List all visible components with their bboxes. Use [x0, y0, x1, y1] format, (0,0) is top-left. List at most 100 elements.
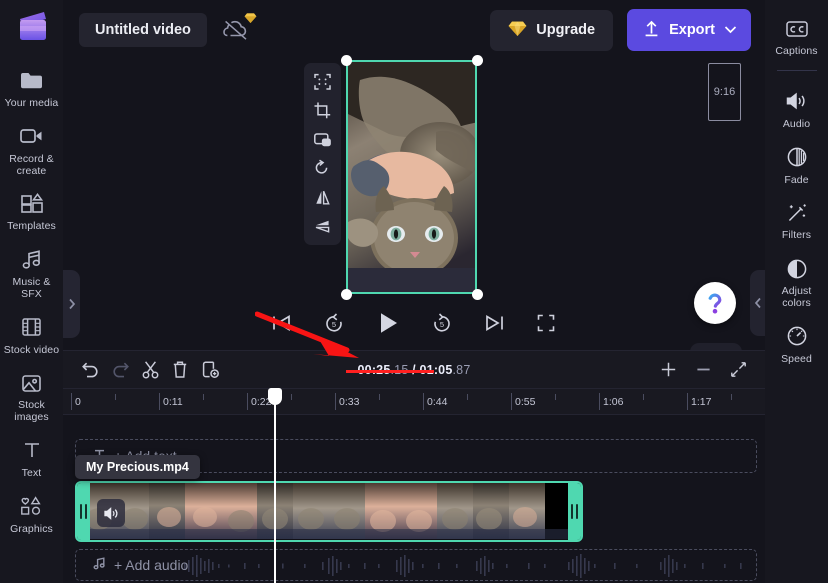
add-audio-label: + Add audio	[114, 557, 189, 573]
sidebar-item-label: Speed	[781, 352, 812, 365]
clipchamp-editor: Your media Record & create Templates Mus…	[0, 0, 828, 583]
sidebar-item-label: Audio	[782, 117, 811, 130]
play-button[interactable]	[373, 308, 403, 338]
sidebar-item-label: Stock video	[3, 343, 60, 356]
svg-text:5: 5	[440, 320, 444, 329]
sidebar-item-label: Captions	[775, 45, 818, 57]
sidebar-divider	[776, 69, 817, 71]
rotate-tool[interactable]	[308, 155, 338, 182]
help-button[interactable]	[694, 282, 736, 324]
timeline-zoom-controls	[653, 357, 753, 383]
text-t-icon	[18, 437, 46, 464]
sidebar-item-music-sfx[interactable]: Music & SFX	[0, 239, 63, 307]
ruler-label: 0:44	[427, 396, 448, 408]
sidebar-item-adjust-colors[interactable]: Adjust colors	[765, 248, 828, 316]
sidebar-item-your-media[interactable]: Your media	[0, 60, 63, 116]
clip-thumbnail-strip	[77, 483, 581, 540]
ruler-tick-minor	[731, 394, 732, 400]
timeline-tracks: + Add text	[63, 415, 765, 583]
clip-trim-handle-left[interactable]	[77, 483, 90, 540]
expand-left-panel-button[interactable]	[63, 270, 80, 338]
fade-circle-icon	[783, 144, 811, 171]
export-button[interactable]: Export	[627, 9, 751, 51]
upload-arrow-icon	[643, 19, 660, 41]
sidebar-item-audio[interactable]: Audio	[765, 81, 828, 137]
timeline-toolbar: 00:25.15 / 01:05.87	[63, 350, 765, 389]
ruler-tick-minor	[291, 394, 292, 400]
cloud-sync-status[interactable]	[221, 13, 257, 45]
delete-button[interactable]	[165, 357, 195, 383]
redo-button[interactable]	[105, 357, 135, 383]
sidebar-item-label: Graphics	[10, 522, 53, 535]
diamond-icon	[244, 11, 257, 29]
ruler-label: 1:06	[603, 396, 624, 408]
clapperboard-icon[interactable]	[13, 6, 51, 46]
undo-button[interactable]	[75, 357, 105, 383]
ruler-label: 0	[75, 396, 81, 408]
forward-5s-button[interactable]: 5	[429, 310, 455, 336]
sidebar-item-captions[interactable]: Captions	[765, 8, 828, 64]
sidebar-item-stock-images[interactable]: Stock images	[0, 362, 63, 430]
sidebar-item-record-create[interactable]: Record & create	[0, 116, 63, 184]
sidebar-item-templates[interactable]: Templates	[0, 183, 63, 239]
ruler-tick-minor	[379, 394, 380, 400]
collapse-right-panel-button[interactable]	[750, 270, 766, 336]
flip-horizontal-tool[interactable]	[308, 184, 338, 211]
fit-timeline-button[interactable]	[723, 357, 753, 383]
picture-in-picture-tool[interactable]	[308, 126, 338, 153]
sidebar-item-stock-video[interactable]: Stock video	[0, 307, 63, 363]
cc-icon	[783, 15, 811, 42]
sidebar-item-filters[interactable]: Filters	[765, 192, 828, 248]
sidebar-item-label: Text	[21, 466, 42, 479]
sidebar-item-text[interactable]: Text	[0, 430, 63, 486]
timeline-ruler[interactable]: 0 0:11 0:22 0:33 0:44 0:55 1:06 1:17	[63, 389, 765, 415]
upgrade-button[interactable]: Upgrade	[490, 9, 614, 51]
sidebar-item-label: Templates	[7, 220, 56, 233]
sidebar-item-label: Record & create	[9, 152, 54, 177]
flip-vertical-tool[interactable]	[308, 213, 338, 240]
sidebar-item-speed[interactable]: Speed	[765, 316, 828, 372]
selection-handle-bottom-left[interactable]	[341, 289, 352, 300]
ruler-tick-minor	[115, 394, 116, 400]
duplicate-button[interactable]	[195, 357, 225, 383]
split-button[interactable]	[135, 357, 165, 383]
ruler-tick-minor	[555, 394, 556, 400]
timecode-annotation-underline	[346, 370, 434, 373]
sidebar-item-label: Your media	[4, 97, 59, 109]
video-preview-frame[interactable]	[346, 60, 477, 294]
canvas-tools-panel	[304, 63, 341, 245]
aspect-ratio-badge[interactable]: 9:16	[708, 63, 741, 121]
video-clip[interactable]	[75, 481, 583, 542]
right-sidebar: Captions Audio Fade Filters Adjust color…	[765, 0, 828, 583]
svg-text:5: 5	[332, 320, 336, 329]
zoom-in-button[interactable]	[653, 357, 683, 383]
magic-wand-icon	[783, 199, 811, 226]
rewind-5s-button[interactable]: 5	[321, 310, 347, 336]
skip-to-start-button[interactable]	[269, 310, 295, 336]
clip-mute-button[interactable]	[97, 499, 125, 527]
crop-tool[interactable]	[308, 97, 338, 124]
ruler-label: 0:11	[163, 396, 183, 408]
skip-to-end-button[interactable]	[481, 310, 507, 336]
clip-trim-handle-right[interactable]	[568, 483, 581, 540]
sidebar-item-label: Fade	[784, 173, 809, 186]
ruler-tick-minor	[203, 394, 204, 400]
fit-to-frame-tool[interactable]	[308, 68, 338, 95]
sidebar-item-label: Filters	[781, 229, 812, 242]
chevron-left-icon	[754, 297, 761, 309]
add-audio-track[interactable]: + Add audio	[75, 549, 757, 581]
folder-icon	[18, 67, 46, 94]
project-title-input[interactable]: Untitled video	[79, 13, 207, 47]
preview-stage: 9:16 5 5	[63, 55, 766, 365]
sidebar-item-graphics[interactable]: Graphics	[0, 486, 63, 542]
fullscreen-button[interactable]	[533, 310, 559, 336]
ruler-label: 1:17	[691, 396, 712, 408]
selection-handle-bottom-right[interactable]	[472, 289, 483, 300]
sidebar-item-fade[interactable]: Fade	[765, 137, 828, 193]
chevron-right-icon	[68, 298, 75, 310]
film-strip-icon	[18, 314, 46, 341]
zoom-out-button[interactable]	[688, 357, 718, 383]
ruler-label: 0:33	[339, 396, 360, 408]
speaker-icon	[783, 88, 811, 115]
ruler-tick-minor	[467, 394, 468, 400]
